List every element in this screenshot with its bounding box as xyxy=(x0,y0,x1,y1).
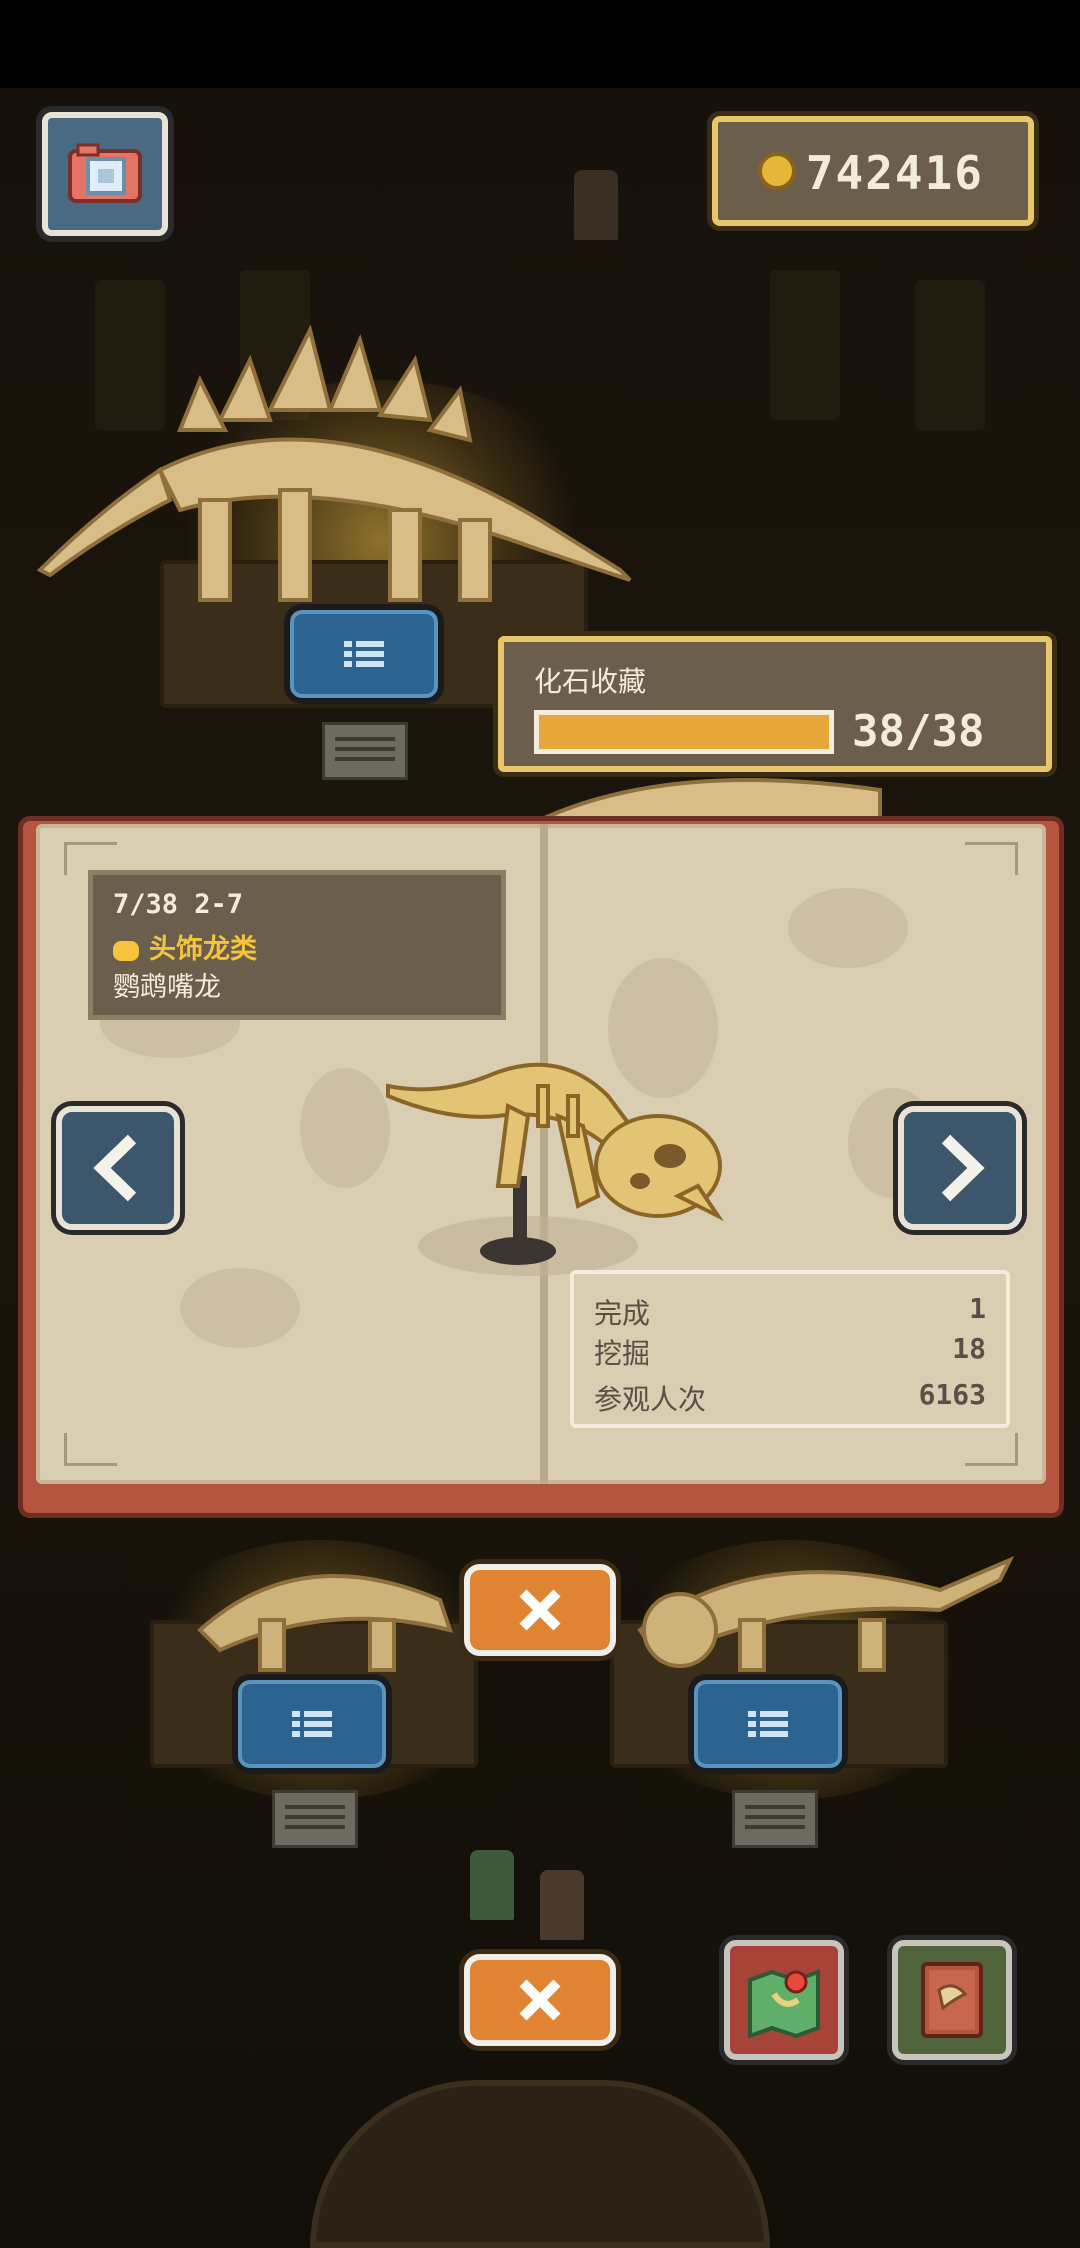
close-icon xyxy=(519,1979,561,2021)
visitor xyxy=(574,170,618,240)
stegosaurus-skeleton xyxy=(36,324,632,602)
exhibit-plaque xyxy=(272,1790,358,1848)
fossil-category: 头饰龙类 xyxy=(113,927,257,966)
stat-value: 6163 xyxy=(918,1378,986,1411)
ankylosaur-skeleton xyxy=(197,1574,454,1672)
exhibit-plaque xyxy=(322,722,408,780)
pillar xyxy=(770,270,840,420)
stat-row: 参观人次 6163 xyxy=(594,1378,986,1416)
exhibit-list-button[interactable] xyxy=(232,1674,392,1774)
visitor xyxy=(470,1850,514,1920)
stat-value: 18 xyxy=(952,1332,986,1365)
next-fossil-button[interactable] xyxy=(898,1106,1022,1230)
coin-icon xyxy=(758,152,796,190)
pillar xyxy=(915,280,985,430)
chevron-left-icon xyxy=(93,1134,137,1202)
fossil-name: 鹦鹉嘴龙 xyxy=(113,972,221,1003)
status-bar xyxy=(0,0,1080,88)
collection-progress-text: 38/38 xyxy=(852,706,985,757)
exhibit-list-button[interactable] xyxy=(688,1674,848,1774)
stat-row: 完成 1 xyxy=(594,1292,986,1330)
fossil-stats-box: 完成 1 挖掘 18 参观人次 6163 xyxy=(570,1270,1010,1428)
coin-balance: 742416 xyxy=(712,116,1034,226)
stat-label: 参观人次 xyxy=(594,1383,707,1416)
fossil-index: 7/38 2-7 xyxy=(113,889,244,920)
collection-title: 化石收藏 xyxy=(534,665,647,698)
list-icon xyxy=(344,641,384,667)
map-icon xyxy=(748,1969,820,2039)
camera-icon xyxy=(68,143,142,203)
page-texture xyxy=(788,888,908,968)
coin-amount: 742416 xyxy=(805,146,984,200)
triceratops-skeleton xyxy=(637,1556,1015,1672)
category-icon xyxy=(113,940,139,961)
page-corner-ornament xyxy=(965,1433,1018,1466)
close-icon xyxy=(519,1589,561,1631)
camera-button[interactable] xyxy=(42,112,168,236)
stat-label: 挖掘 xyxy=(594,1337,651,1370)
fossil-info-box: 7/38 2-7 头饰龙类 鹦鹉嘴龙 xyxy=(88,870,506,1020)
psittacosaurus-skeleton xyxy=(386,1062,724,1276)
collection-progress-fill xyxy=(539,715,829,749)
stat-row: 挖掘 18 xyxy=(594,1332,986,1370)
fossil-book-button[interactable] xyxy=(892,1940,1012,2060)
stat-value: 1 xyxy=(969,1292,986,1325)
stat-label: 完成 xyxy=(594,1297,651,1330)
fossil-collection-panel: 化石收藏 38/38 xyxy=(498,636,1052,772)
exhibit-list-button[interactable] xyxy=(284,604,444,704)
close-book-button[interactable] xyxy=(464,1564,616,1656)
book-icon xyxy=(921,1962,983,2038)
close-button[interactable] xyxy=(464,1954,616,2046)
page-corner-ornament xyxy=(965,842,1018,875)
exhibit-plaque xyxy=(732,1790,818,1848)
page-texture xyxy=(300,1068,390,1188)
list-icon xyxy=(748,1711,788,1737)
fossil-category-label: 头饰龙类 xyxy=(149,934,257,965)
visitor xyxy=(540,1870,584,1940)
previous-fossil-button[interactable] xyxy=(56,1106,180,1230)
list-icon xyxy=(292,1711,332,1737)
collection-progress-bar xyxy=(534,710,834,754)
page-texture xyxy=(180,1268,300,1348)
page-corner-ornament xyxy=(64,1433,117,1466)
chevron-right-icon xyxy=(941,1134,985,1202)
map-button[interactable] xyxy=(724,1940,844,2060)
